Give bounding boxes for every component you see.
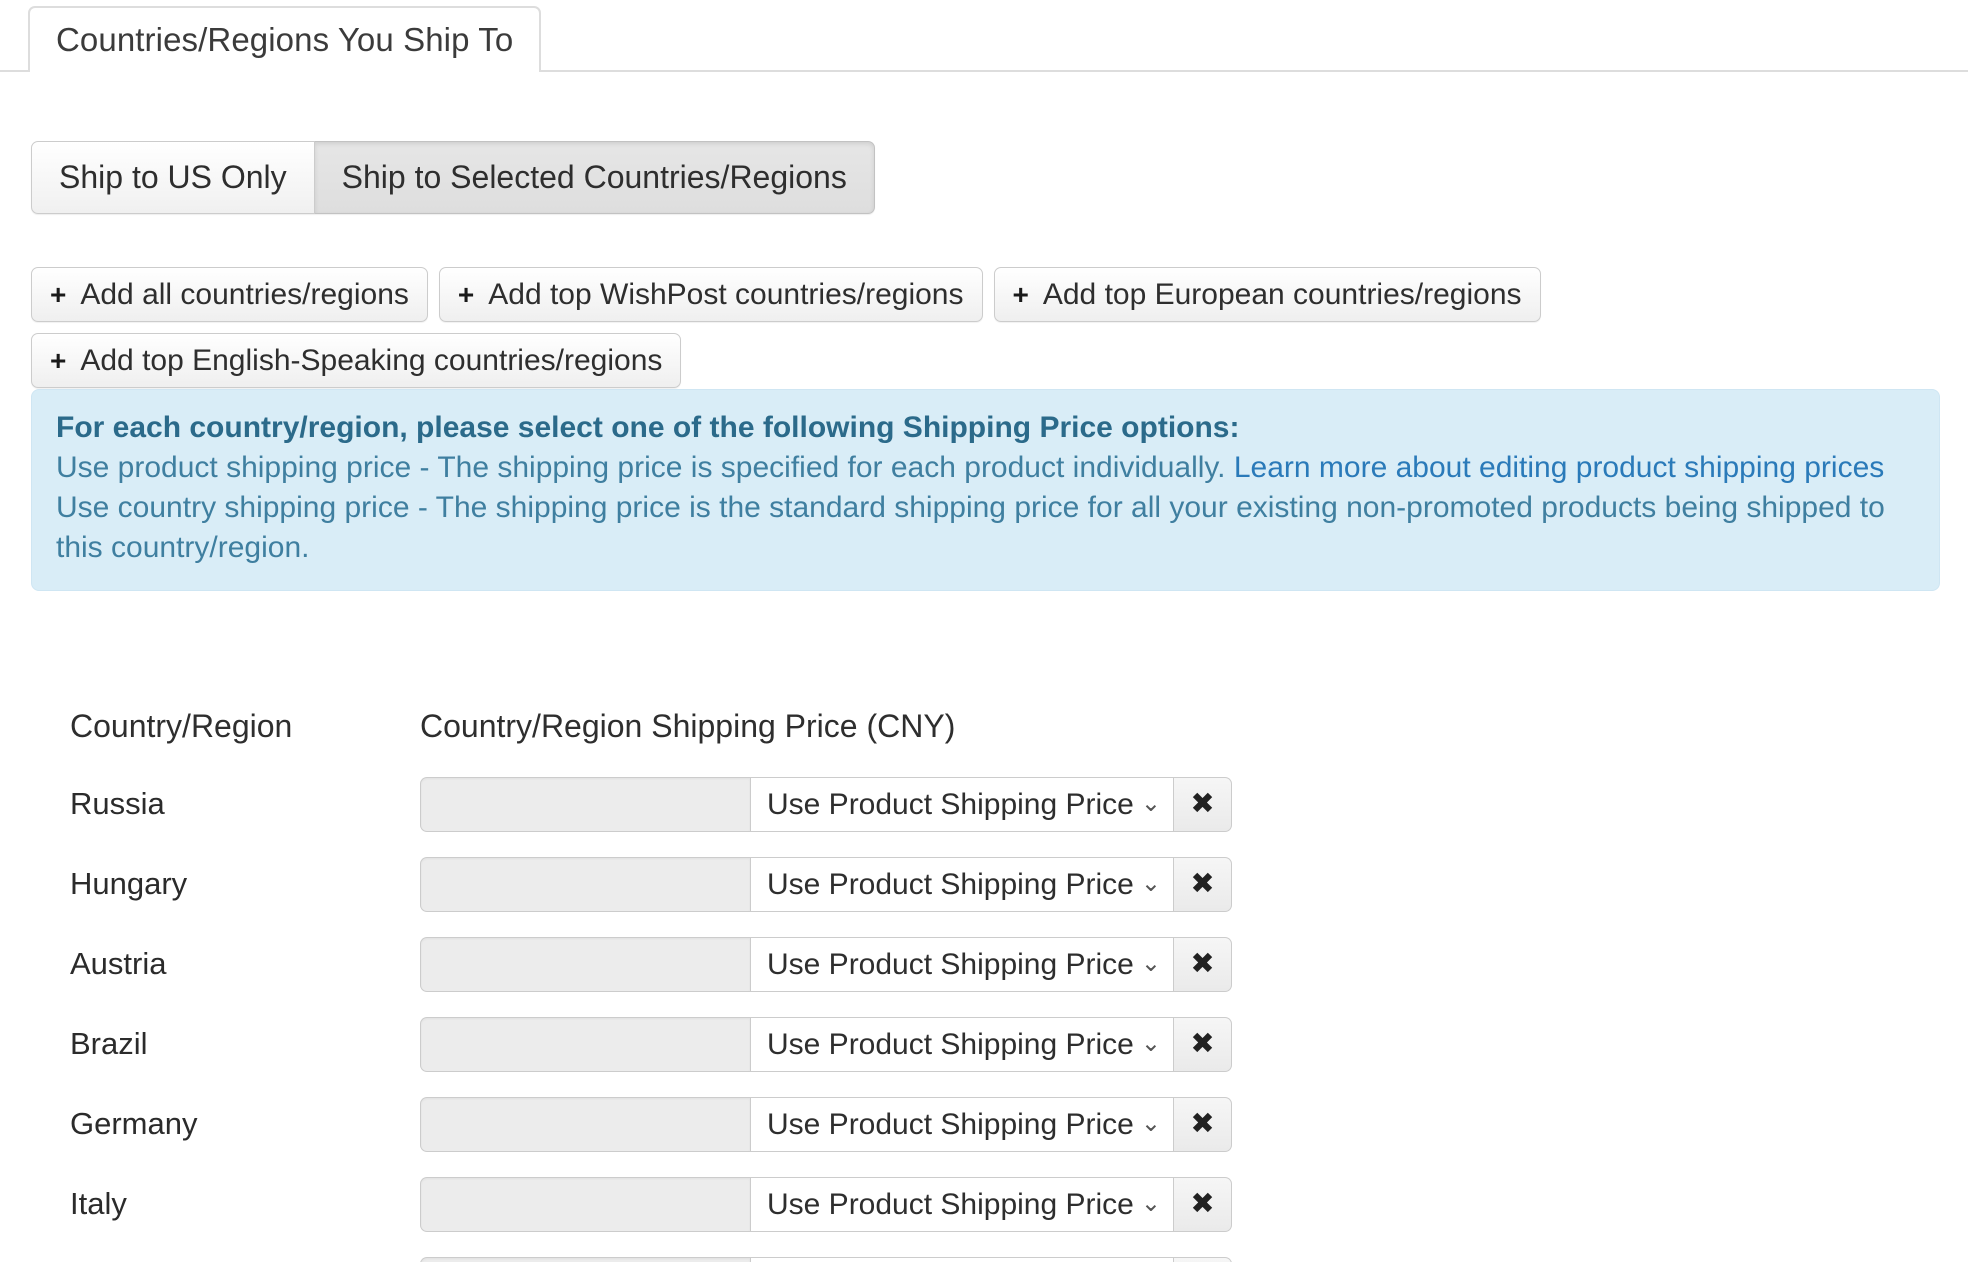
shipping-price-controls-cell: Use Product Shipping PriceUse Country Sh… [420, 777, 1232, 832]
add-buttons-row-2: + Add top English-Speaking countries/reg… [31, 333, 1931, 388]
country-name-cell: Russia [0, 786, 420, 822]
shipping-price-mode-select[interactable]: Use Product Shipping PriceUse Country Sh… [750, 857, 1174, 912]
country-shipping-price-input[interactable] [420, 1017, 750, 1072]
remove-country-button[interactable]: ✖ [1174, 1097, 1232, 1152]
plus-icon: + [1013, 281, 1029, 309]
country-name-cell: Hungary [0, 866, 420, 902]
shipping-settings-page: Countries/Regions You Ship To Ship to US… [0, 0, 1968, 1262]
shipping-price-mode-select[interactable]: Use Product Shipping PriceUse Country Sh… [750, 1097, 1174, 1152]
shipping-price-controls-cell: Use Product Shipping PriceUse Country Sh… [420, 1017, 1232, 1072]
info-panel-title: For each country/region, please select o… [56, 408, 1915, 448]
plus-icon: + [458, 281, 474, 309]
column-header-shipping-price: Country/Region Shipping Price (CNY) [420, 708, 955, 745]
table-row: Germany Use Product Shipping PriceUse Cou… [0, 1084, 1968, 1164]
country-name-cell: Brazil [0, 1026, 420, 1062]
shipping-price-controls-cell: Use Product Shipping PriceUse Country Sh… [420, 857, 1232, 912]
segment-ship-to-us-only[interactable]: Ship to US Only [31, 141, 315, 214]
shipping-price-mode-select[interactable]: Use Product Shipping PriceUse Country Sh… [750, 1177, 1174, 1232]
shipping-price-mode-select-wrapper: Use Product Shipping PriceUse Country Sh… [750, 857, 1174, 912]
table-row: Austria Use Product Shipping PriceUse Cou… [0, 924, 1968, 1004]
add-button-label: Add all countries/regions [80, 278, 409, 312]
country-shipping-price-input[interactable] [420, 1097, 750, 1152]
shipping-price-mode-select-wrapper: Use Product Shipping PriceUse Country Sh… [750, 1017, 1174, 1072]
segment-label: Ship to Selected Countries/Regions [342, 159, 847, 196]
close-icon: ✖ [1190, 1110, 1214, 1139]
shipping-price-mode-select-wrapper: Use Product Shipping PriceUse Country Sh… [750, 937, 1174, 992]
shipping-price-mode-select-wrapper: Use Product Shipping PriceUse Country Sh… [750, 1257, 1174, 1262]
shipping-price-mode-select[interactable]: Use Product Shipping PriceUse Country Sh… [750, 937, 1174, 992]
shipping-price-mode-select-wrapper: Use Product Shipping PriceUse Country Sh… [750, 777, 1174, 832]
country-name-cell: Austria [0, 946, 420, 982]
table-row: Hungary Use Product Shipping PriceUse Cou… [0, 844, 1968, 924]
close-icon: ✖ [1190, 1030, 1214, 1059]
shipping-price-info-panel: For each country/region, please select o… [31, 389, 1940, 591]
close-icon: ✖ [1190, 790, 1214, 819]
learn-more-link[interactable]: Learn more about editing product shippin… [1234, 451, 1884, 484]
plus-icon: + [50, 347, 66, 375]
country-shipping-price-input[interactable] [420, 1177, 750, 1232]
add-button-label: Add top English-Speaking countries/regio… [80, 344, 662, 378]
close-icon: ✖ [1190, 870, 1214, 899]
shipping-price-mode-select-wrapper: Use Product Shipping PriceUse Country Sh… [750, 1097, 1174, 1152]
segment-ship-to-selected-countries[interactable]: Ship to Selected Countries/Regions [315, 141, 875, 214]
segment-label: Ship to US Only [59, 159, 287, 196]
info-panel-country-price-line: Use country shipping price - The shippin… [56, 488, 1915, 568]
remove-country-button[interactable]: ✖ [1174, 937, 1232, 992]
add-button-label: Add top WishPost countries/regions [488, 278, 963, 312]
tab-countries-you-ship-to[interactable]: Countries/Regions You Ship To [28, 6, 541, 72]
close-icon: ✖ [1190, 1190, 1214, 1219]
add-all-countries-button[interactable]: + Add all countries/regions [31, 267, 428, 322]
add-top-european-countries-button[interactable]: + Add top European countries/regions [994, 267, 1541, 322]
country-shipping-price-input[interactable] [420, 777, 750, 832]
remove-country-button[interactable]: ✖ [1174, 1017, 1232, 1072]
shipping-price-controls-cell: Use Product Shipping PriceUse Country Sh… [420, 1257, 1232, 1262]
tab-strip: Countries/Regions You Ship To [0, 0, 1968, 72]
country-shipping-price-input[interactable] [420, 937, 750, 992]
shipping-price-mode-select[interactable]: Use Product Shipping PriceUse Country Sh… [750, 1257, 1174, 1262]
plus-icon: + [50, 281, 66, 309]
shipping-price-controls-cell: Use Product Shipping PriceUse Country Sh… [420, 1097, 1232, 1152]
shipping-price-controls-cell: Use Product Shipping PriceUse Country Sh… [420, 937, 1232, 992]
table-body: Russia Use Product Shipping PriceUse Coun… [0, 764, 1968, 1262]
close-icon: ✖ [1190, 950, 1214, 979]
add-buttons-row-1: + Add all countries/regions + Add top Wi… [31, 267, 1931, 322]
tab-label: Countries/Regions You Ship To [56, 21, 513, 59]
table-row: Russia Use Product Shipping PriceUse Coun… [0, 764, 1968, 844]
table-row: Brazil Use Product Shipping PriceUse Coun… [0, 1004, 1968, 1084]
add-countries-buttons: + Add all countries/regions + Add top Wi… [31, 267, 1931, 399]
table-row: Italy Use Product Shipping PriceUse Count… [0, 1164, 1968, 1244]
country-shipping-price-input[interactable] [420, 857, 750, 912]
country-name-cell: Germany [0, 1106, 420, 1142]
shipping-price-mode-select-wrapper: Use Product Shipping PriceUse Country Sh… [750, 1177, 1174, 1232]
table-row: Use Product Shipping PriceUse Country Sh… [0, 1244, 1968, 1262]
remove-country-button[interactable]: ✖ [1174, 1177, 1232, 1232]
remove-country-button[interactable]: ✖ [1174, 777, 1232, 832]
shipping-scope-toggle: Ship to US Only Ship to Selected Countri… [31, 141, 875, 214]
add-button-label: Add top European countries/regions [1043, 278, 1522, 312]
remove-country-button[interactable]: ✖ [1174, 857, 1232, 912]
column-header-country: Country/Region [0, 708, 420, 745]
add-top-english-speaking-countries-button[interactable]: + Add top English-Speaking countries/reg… [31, 333, 681, 388]
country-name-cell: Italy [0, 1186, 420, 1222]
country-shipping-price-input[interactable] [420, 1257, 750, 1262]
table-header-row: Country/Region Country/Region Shipping P… [0, 688, 1968, 764]
info-panel-product-price-line: Use product shipping price - The shippin… [56, 448, 1915, 488]
shipping-price-controls-cell: Use Product Shipping PriceUse Country Sh… [420, 1177, 1232, 1232]
shipping-price-mode-select[interactable]: Use Product Shipping PriceUse Country Sh… [750, 1017, 1174, 1072]
country-shipping-price-table: Country/Region Country/Region Shipping P… [0, 688, 1968, 1262]
remove-country-button[interactable]: ✖ [1174, 1257, 1232, 1262]
add-top-wishpost-countries-button[interactable]: + Add top WishPost countries/regions [439, 267, 983, 322]
info-panel-product-price-text: Use product shipping price - The shippin… [56, 451, 1234, 484]
shipping-price-mode-select[interactable]: Use Product Shipping PriceUse Country Sh… [750, 777, 1174, 832]
